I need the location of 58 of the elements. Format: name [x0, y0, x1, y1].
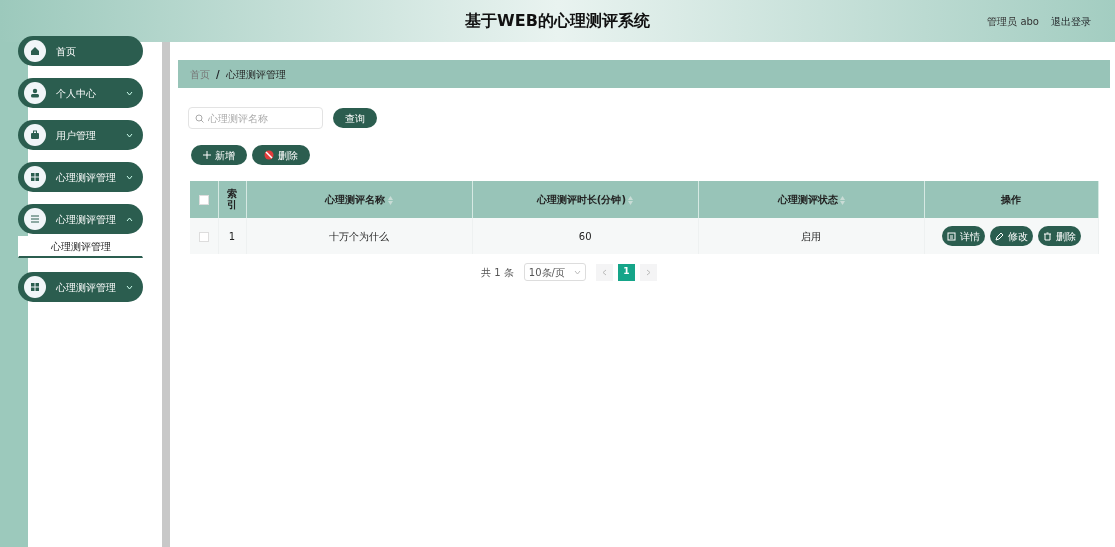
- chevron-down-icon: [126, 284, 133, 290]
- table-cell: 启用: [698, 218, 925, 254]
- column-header[interactable]: 操作: [924, 181, 1099, 218]
- chevron-down-icon: [126, 90, 133, 96]
- chevron-up-icon: [126, 216, 133, 222]
- breadcrumb-separator: /: [216, 67, 220, 82]
- chevron-left-icon: [601, 268, 607, 276]
- total-count: 共 1 条: [481, 265, 514, 280]
- submenu-item[interactable]: 心理测评管理: [18, 236, 143, 258]
- column-header[interactable]: 心理测评名称: [246, 181, 473, 218]
- sidebar-menu-item[interactable]: 用户管理: [18, 120, 143, 150]
- next-page-button[interactable]: [639, 263, 657, 281]
- chevron-down-icon: [126, 132, 133, 138]
- table-cell: 60: [472, 218, 699, 254]
- page-size-select[interactable]: 10条/页: [523, 263, 586, 281]
- document-icon: [946, 231, 956, 241]
- sort-icon: [840, 195, 845, 205]
- grid-icon: [30, 172, 40, 182]
- sidebar-menu-item[interactable]: 心理测评管理: [18, 204, 143, 234]
- table-cell: 十万个为什么: [246, 218, 473, 254]
- search-icon: [195, 114, 204, 123]
- grid-icon: [30, 282, 40, 292]
- logout-link[interactable]: 退出登录: [1051, 13, 1091, 29]
- home-icon: [30, 46, 40, 56]
- row-action-button[interactable]: 删除: [1037, 226, 1081, 246]
- plus-icon: [203, 151, 211, 159]
- chevron-down-icon: [573, 269, 581, 275]
- sort-icon: [387, 195, 393, 205]
- sidebar-menu-item[interactable]: 首页: [18, 36, 143, 66]
- scrollbar[interactable]: [162, 42, 170, 547]
- toolbar-button[interactable]: 删除: [252, 145, 310, 165]
- search-field[interactable]: 心理测评名称: [188, 107, 323, 129]
- row-action-button[interactable]: 修改: [989, 226, 1033, 246]
- search-button[interactable]: 查询: [333, 108, 377, 128]
- previous-page-button[interactable]: [595, 263, 613, 281]
- sort-icon: [628, 195, 634, 205]
- person-icon: [30, 88, 40, 98]
- sidebar-menu-item[interactable]: 心理测评管理: [18, 272, 143, 302]
- table-cell: 1: [218, 218, 246, 254]
- sliders-icon: [30, 214, 40, 224]
- row-checkbox[interactable]: [198, 231, 209, 242]
- chevron-right-icon: [645, 268, 651, 276]
- column-header[interactable]: 心理测评状态: [698, 181, 925, 218]
- prohibited-icon: [264, 150, 274, 160]
- row-action-button[interactable]: 详情: [941, 226, 985, 246]
- column-header[interactable]: 心理测评时长(分钟): [472, 181, 699, 218]
- pencil-icon: [994, 231, 1004, 241]
- trash-icon: [1042, 231, 1052, 241]
- briefcase-icon: [30, 130, 40, 140]
- select-all-checkbox[interactable]: [198, 195, 209, 205]
- user-label: 管理员 abo: [987, 14, 1039, 29]
- chevron-down-icon: [126, 174, 133, 180]
- sidebar-menu-item[interactable]: 个人中心: [18, 78, 143, 108]
- column-header[interactable]: 索引: [218, 181, 246, 218]
- sidebar-menu-item[interactable]: 心理测评管理: [18, 162, 143, 192]
- app-title: 基于WEB的心理测评系统: [465, 10, 650, 32]
- toolbar-button[interactable]: 新增: [191, 145, 247, 165]
- breadcrumb-current: 心理测评管理: [225, 67, 286, 82]
